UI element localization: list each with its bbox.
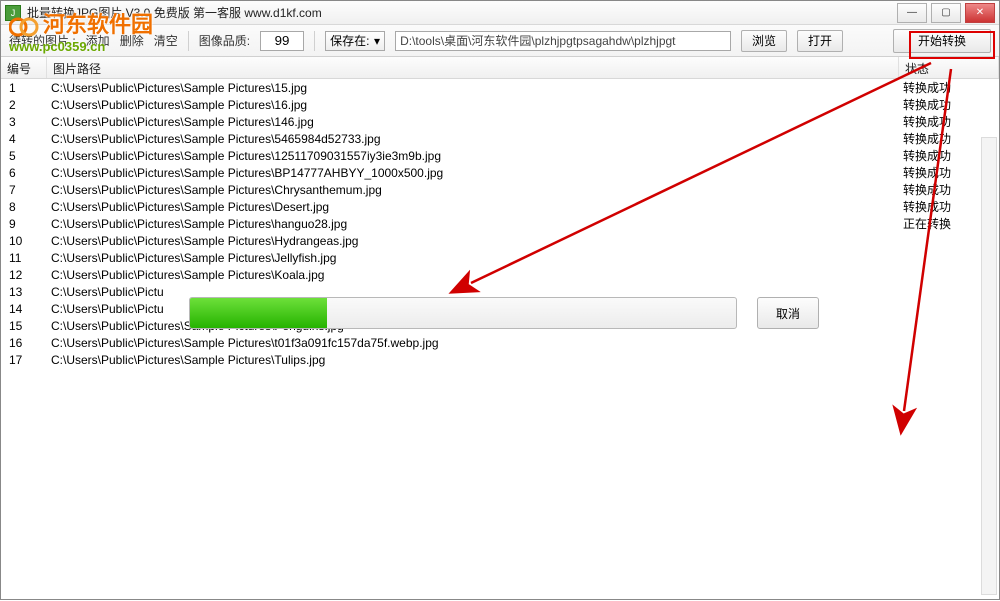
cell-number: 16 [1, 336, 47, 350]
cell-status: 转换成功 [899, 113, 999, 130]
maximize-button[interactable]: ▢ [931, 3, 961, 23]
cell-path: C:\Users\Public\Pictures\Sample Pictures… [47, 234, 899, 248]
clear-button[interactable]: 清空 [154, 32, 178, 49]
cell-path: C:\Users\Public\Pictures\Sample Pictures… [47, 268, 899, 282]
table-row[interactable]: 3C:\Users\Public\Pictures\Sample Picture… [1, 113, 999, 130]
cell-path: C:\Users\Public\Pictures\Sample Pictures… [47, 81, 899, 95]
toolbar: 待转的图片 : 添加 删除 清空 图像品质: 保存在: ▾ D:\tools\桌… [1, 25, 999, 57]
quality-label: 图像品质: [199, 32, 250, 49]
start-convert-button[interactable]: 开始转换 [893, 29, 991, 53]
quality-input[interactable] [260, 31, 304, 51]
table-row[interactable]: 4C:\Users\Public\Pictures\Sample Picture… [1, 130, 999, 147]
cell-number: 7 [1, 183, 47, 197]
col-number[interactable]: 编号 [1, 57, 47, 78]
cell-path: C:\Users\Public\Pictures\Sample Pictures… [47, 115, 899, 129]
window-title: 批量转换JPG图片 V3.0 免费版 第一客服 www.d1kf.com [27, 4, 322, 21]
savein-combo[interactable]: 保存在: ▾ [325, 31, 385, 51]
table-row[interactable]: 17C:\Users\Public\Pictures\Sample Pictur… [1, 351, 999, 368]
close-button[interactable]: ✕ [965, 3, 995, 23]
table-row[interactable]: 8C:\Users\Public\Pictures\Sample Picture… [1, 198, 999, 215]
cell-number: 6 [1, 166, 47, 180]
savein-label: 保存在: [330, 32, 369, 49]
col-status[interactable]: 状态 [899, 57, 999, 78]
minimize-button[interactable]: — [897, 3, 927, 23]
save-path-field[interactable]: D:\tools\桌面\河东软件园\plzhjpgtpsagahdw\plzhj… [395, 31, 731, 51]
table-row[interactable]: 6C:\Users\Public\Pictures\Sample Picture… [1, 164, 999, 181]
chevron-down-icon: ▾ [374, 34, 380, 48]
browse-button[interactable]: 浏览 [741, 30, 787, 52]
cell-number: 10 [1, 234, 47, 248]
progress-fill [190, 298, 327, 328]
vertical-scrollbar[interactable] [981, 137, 997, 595]
cell-number: 5 [1, 149, 47, 163]
cell-path: C:\Users\Public\Pictures\Sample Pictures… [47, 200, 899, 214]
cell-path: C:\Users\Public\Pictures\Sample Pictures… [47, 353, 899, 367]
titlebar: J 批量转换JPG图片 V3.0 免费版 第一客服 www.d1kf.com —… [1, 1, 999, 25]
cell-number: 17 [1, 353, 47, 367]
cell-number: 11 [1, 251, 47, 265]
table-row[interactable]: 9C:\Users\Public\Pictures\Sample Picture… [1, 215, 999, 232]
cell-path: C:\Users\Public\Pictures\Sample Pictures… [47, 183, 899, 197]
app-icon: J [5, 5, 21, 21]
cell-number: 13 [1, 285, 47, 299]
cell-number: 8 [1, 200, 47, 214]
add-button[interactable]: 添加 [86, 32, 110, 49]
table-row[interactable]: 5C:\Users\Public\Pictures\Sample Picture… [1, 147, 999, 164]
progress-bar [189, 297, 737, 329]
divider [314, 31, 315, 51]
table-row[interactable]: 7C:\Users\Public\Pictures\Sample Picture… [1, 181, 999, 198]
delete-button[interactable]: 删除 [120, 32, 144, 49]
cell-path: C:\Users\Public\Pictures\Sample Pictures… [47, 217, 899, 231]
divider [188, 31, 189, 51]
cell-path: C:\Users\Public\Pictures\Sample Pictures… [47, 132, 899, 146]
table-row[interactable]: 1C:\Users\Public\Pictures\Sample Picture… [1, 79, 999, 96]
table-row[interactable]: 11C:\Users\Public\Pictures\Sample Pictur… [1, 249, 999, 266]
table-row[interactable]: 16C:\Users\Public\Pictures\Sample Pictur… [1, 334, 999, 351]
cell-number: 3 [1, 115, 47, 129]
table-row[interactable]: 2C:\Users\Public\Pictures\Sample Picture… [1, 96, 999, 113]
cell-number: 14 [1, 302, 47, 316]
cell-path: C:\Users\Public\Pictures\Sample Pictures… [47, 166, 899, 180]
cell-path: C:\Users\Public\Pictures\Sample Pictures… [47, 149, 899, 163]
list-header: 编号 图片路径 状态 [1, 57, 999, 79]
cell-number: 2 [1, 98, 47, 112]
cell-number: 4 [1, 132, 47, 146]
cell-number: 15 [1, 319, 47, 333]
cell-number: 9 [1, 217, 47, 231]
cell-status: 转换成功 [899, 79, 999, 96]
open-button[interactable]: 打开 [797, 30, 843, 52]
cell-path: C:\Users\Public\Pictures\Sample Pictures… [47, 98, 899, 112]
col-path[interactable]: 图片路径 [47, 57, 899, 78]
cell-status: 转换成功 [899, 96, 999, 113]
cell-number: 1 [1, 81, 47, 95]
images-label: 待转的图片 : [9, 32, 76, 49]
table-row[interactable]: 12C:\Users\Public\Pictures\Sample Pictur… [1, 266, 999, 283]
cell-path: C:\Users\Public\Pictures\Sample Pictures… [47, 251, 899, 265]
table-row[interactable]: 10C:\Users\Public\Pictures\Sample Pictur… [1, 232, 999, 249]
cell-number: 12 [1, 268, 47, 282]
cancel-button[interactable]: 取消 [757, 297, 819, 329]
cell-path: C:\Users\Public\Pictures\Sample Pictures… [47, 336, 899, 350]
